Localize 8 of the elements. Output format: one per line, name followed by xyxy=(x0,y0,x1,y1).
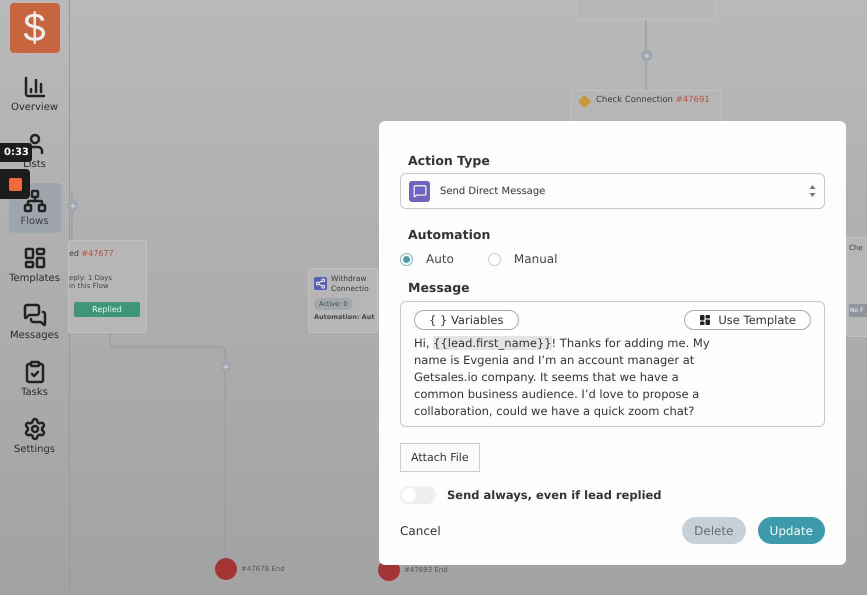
field-label: Action Type xyxy=(407,153,491,168)
recording-timer-toast: 0:33 xyxy=(0,143,32,162)
field-label: Automation xyxy=(407,227,492,242)
node-title: ed #47677 xyxy=(69,249,115,258)
field-label: Message xyxy=(407,280,471,295)
node-title: Check Connection #47691 xyxy=(596,95,710,105)
message-text: Hi, {{lead.first_name}}! Thanks for adding me. My name is Evgenia and I’m an account manager at Getsales.io company. It seems that we have a common business audience. I’d love to propose a collaboration, could we have a quick zoom chat? xyxy=(414,335,711,420)
toggle-label: Send always, even if lead replied xyxy=(447,488,662,502)
